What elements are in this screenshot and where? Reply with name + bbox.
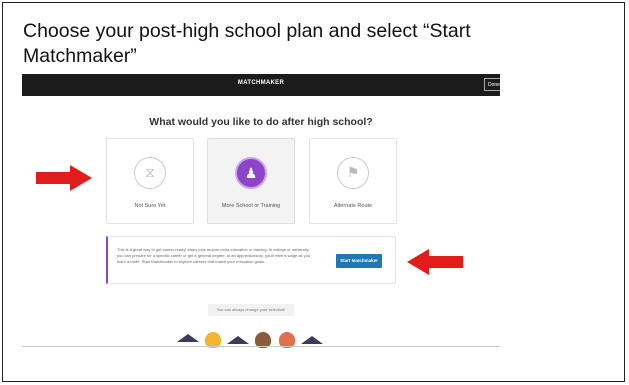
matchmaker-screenshot: MATCHMAKER Done What would you like to d… xyxy=(22,74,500,348)
option-card-not-sure[interactable]: ⧖ Not Sure Yet xyxy=(106,138,194,224)
grad-cap-shape xyxy=(301,336,323,344)
red-arrow-left-icon xyxy=(407,249,463,275)
option-label: Alternate Route xyxy=(333,203,373,209)
signpost-icon: ⚑ xyxy=(337,157,369,189)
grad-cap-shape xyxy=(227,336,249,344)
divider xyxy=(22,346,500,347)
top-bar: MATCHMAKER Done xyxy=(22,74,500,96)
done-button[interactable]: Done xyxy=(484,78,500,91)
slide-title: Choose your post-high school plan and se… xyxy=(23,20,471,67)
option-card-more-school[interactable]: ♟ More School or Training xyxy=(207,138,295,224)
info-panel: This is a great way to get career-ready!… xyxy=(106,236,396,284)
question-heading: What would you like to do after high sch… xyxy=(149,116,373,128)
info-text: This is a great way to get career-ready!… xyxy=(117,247,311,264)
grad-cap-shape xyxy=(177,334,199,342)
hourglass-icon: ⧖ xyxy=(134,157,166,189)
change-selection-note: You can always change your selection! xyxy=(208,304,294,316)
start-matchmaker-button[interactable]: Start Matchmaker xyxy=(336,254,382,268)
option-label: More School or Training xyxy=(221,203,281,209)
option-card-alternate-route[interactable]: ⚑ Alternate Route xyxy=(309,138,397,224)
people-illustration xyxy=(177,323,327,348)
graduate-icon: ♟ xyxy=(235,157,267,189)
red-arrow-right-icon xyxy=(36,165,92,191)
option-label: Not Sure Yet xyxy=(134,203,166,209)
app-title: MATCHMAKER xyxy=(237,80,285,86)
